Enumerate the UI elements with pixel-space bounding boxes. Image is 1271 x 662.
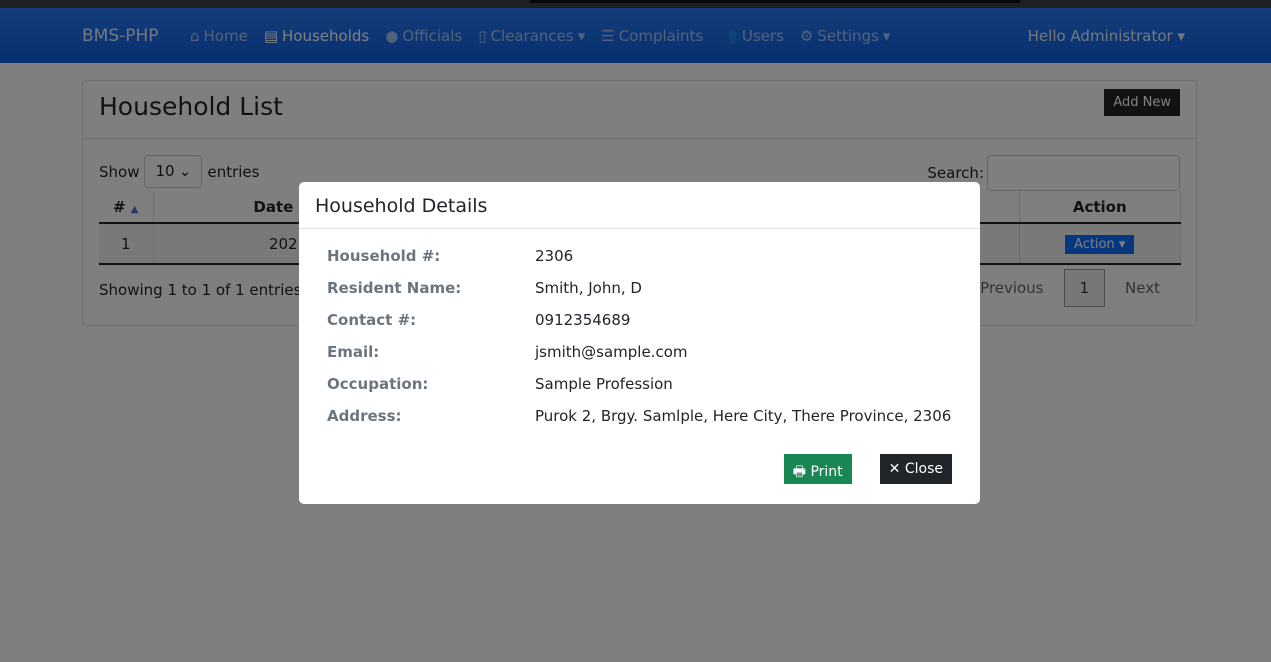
modal-title: Household Details (299, 182, 980, 229)
close-button[interactable]: ✕ Close (879, 454, 952, 484)
print-button[interactable]: 🖶 Print (783, 454, 852, 484)
close-icon: ✕ (888, 461, 901, 477)
detail-row: Contact #: 0912354689 (327, 311, 631, 329)
detail-row: Occupation: Sample Profession (327, 375, 673, 393)
detail-row: Email: jsmith@sample.com (327, 343, 688, 361)
household-details-modal: Household Details Household #: 2306 Resid… (299, 182, 980, 504)
detail-row: Resident Name: Smith, John, D (327, 279, 642, 297)
detail-row: Address: Purok 2, Brgy. Samlple, Here Cit… (327, 407, 952, 425)
detail-row: Household #: 2306 (327, 247, 574, 265)
print-icon: 🖶 (792, 464, 806, 480)
